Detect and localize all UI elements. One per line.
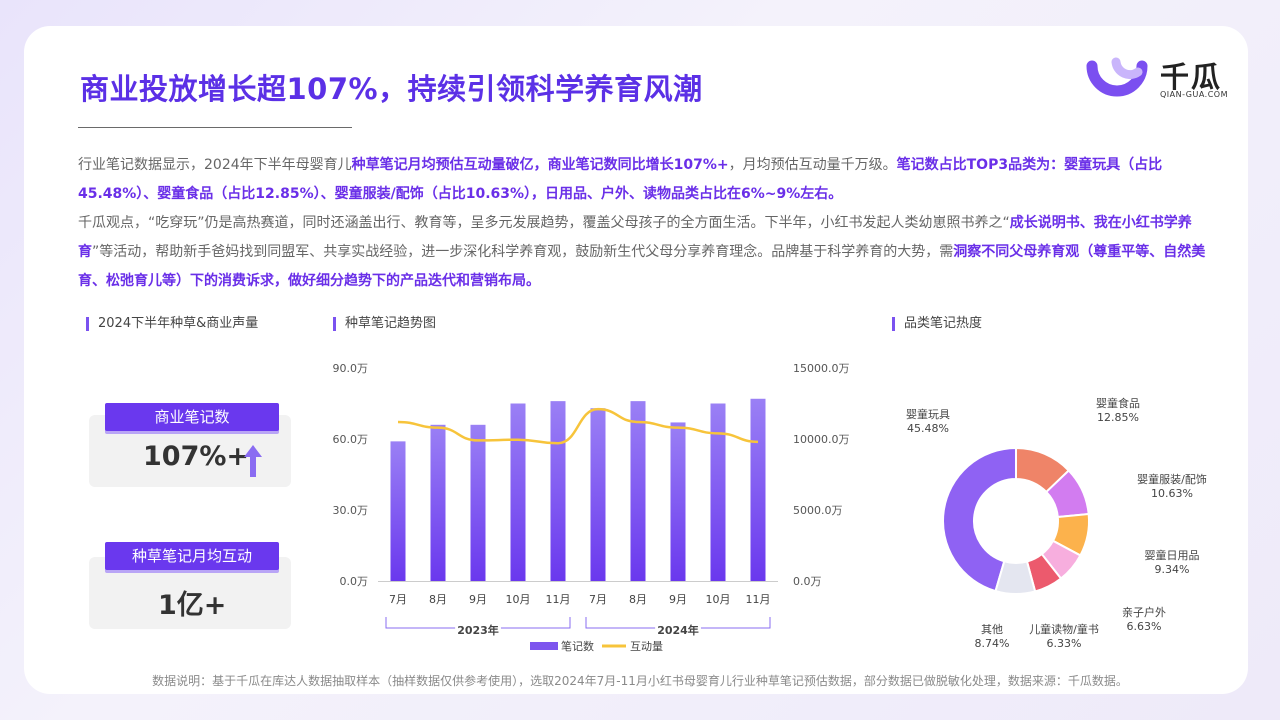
slice-percent: 10.63%: [1151, 487, 1193, 500]
data-note: 数据说明：基于千瓜在库达人数据抽取样本（抽样数据仅供参考使用），选取2024年7…: [152, 674, 1128, 688]
slice-percent: 9.34%: [1155, 563, 1190, 576]
slice-label: 婴童日用品: [1145, 548, 1200, 562]
slice-label: 其他: [981, 623, 1003, 636]
slice-percent: 8.74%: [975, 637, 1010, 650]
slice-label: 亲子户外: [1122, 605, 1166, 619]
slice-percent: 6.63%: [1127, 620, 1162, 633]
slice-percent: 12.85%: [1097, 411, 1139, 424]
slice-label: 儿童读物/童书: [1029, 622, 1099, 636]
category-donut-chart: 婴童玩具45.48% 婴童食品12.85% 婴童服装/配饰10.63% 婴童日用品9.…: [906, 396, 1207, 650]
slice-label: 婴童服装/配饰: [1137, 472, 1207, 486]
slice-percent: 45.48%: [907, 422, 949, 435]
slice-percent: 6.33%: [1047, 637, 1082, 650]
slice-label: 婴童食品: [1096, 396, 1140, 410]
slice-label: 婴童玩具: [906, 407, 950, 421]
